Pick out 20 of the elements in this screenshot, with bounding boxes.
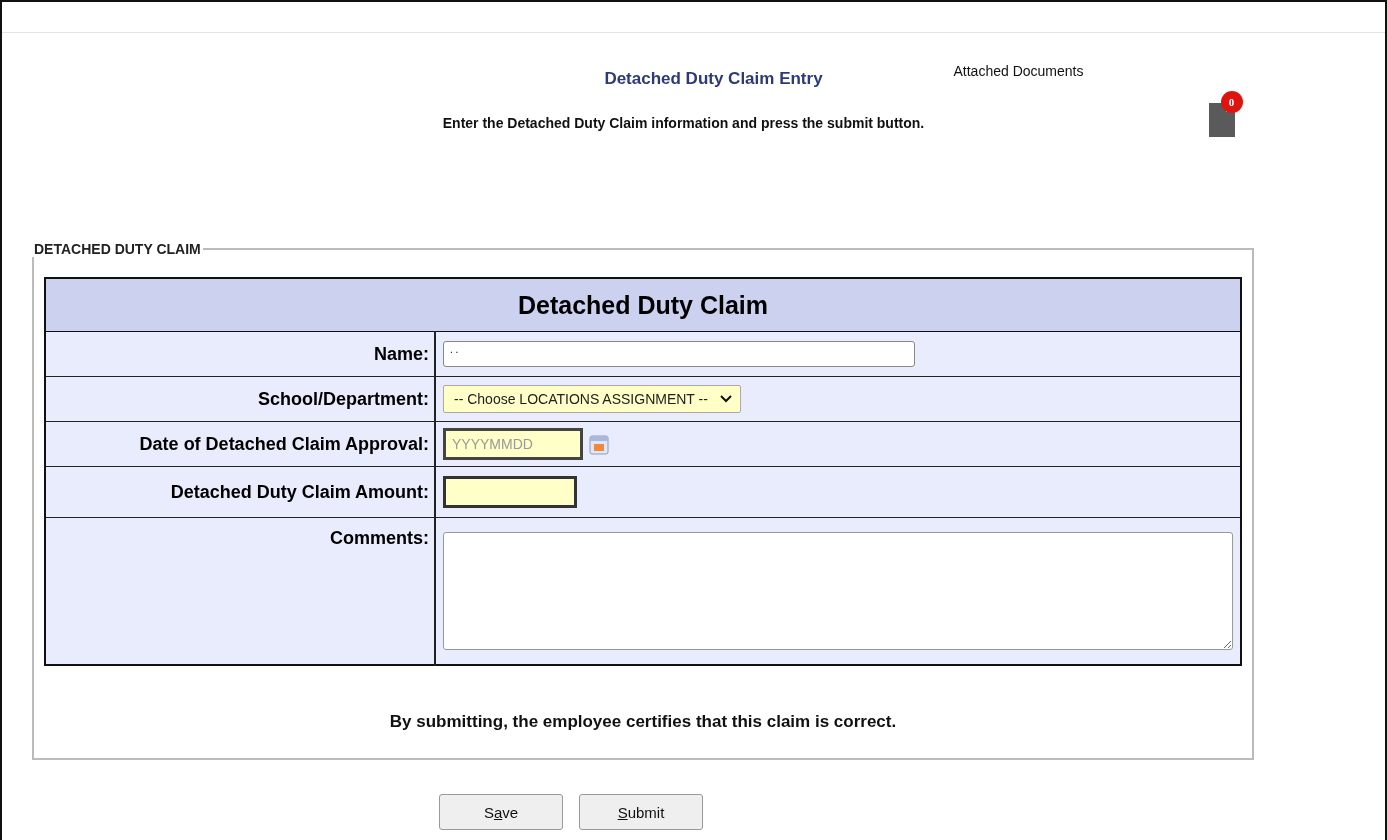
amount-field[interactable] (443, 476, 577, 508)
field-label: Name: (45, 331, 435, 377)
chevron-icon (719, 395, 732, 403)
document-count-badge: 0 (1220, 91, 1243, 113)
field-label: Date of Detached Claim Approval: (45, 421, 435, 467)
location-dropdown[interactable]: -- Choose LOCATIONS ASSIGNMENT -- (443, 385, 741, 413)
attached-documents-label: Attached Documents (953, 63, 1084, 79)
name-field[interactable]: . . (443, 341, 915, 367)
submit-button[interactable]: Submit (579, 794, 703, 830)
fieldset-legend: DETACHED DUTY CLAIM (32, 241, 203, 257)
certification-text: By submitting, the employee certifies that this claim is correct. (388, 712, 898, 732)
table-title: Detached Duty Claim (45, 278, 1241, 332)
field-label: Detached Duty Claim Amount: (45, 466, 435, 518)
save-button[interactable]: Save (439, 794, 563, 830)
page-title: Detached Duty Claim Entry (603, 69, 824, 89)
comments-field[interactable] (443, 532, 1233, 650)
field-label: School/Department: (45, 376, 435, 422)
field-label: Comments: (45, 517, 435, 665)
instruction-text: Enter the Detached Duty Claim information and press the submit button. (441, 115, 926, 131)
date-field[interactable]: YYYYMMDD (443, 428, 583, 460)
